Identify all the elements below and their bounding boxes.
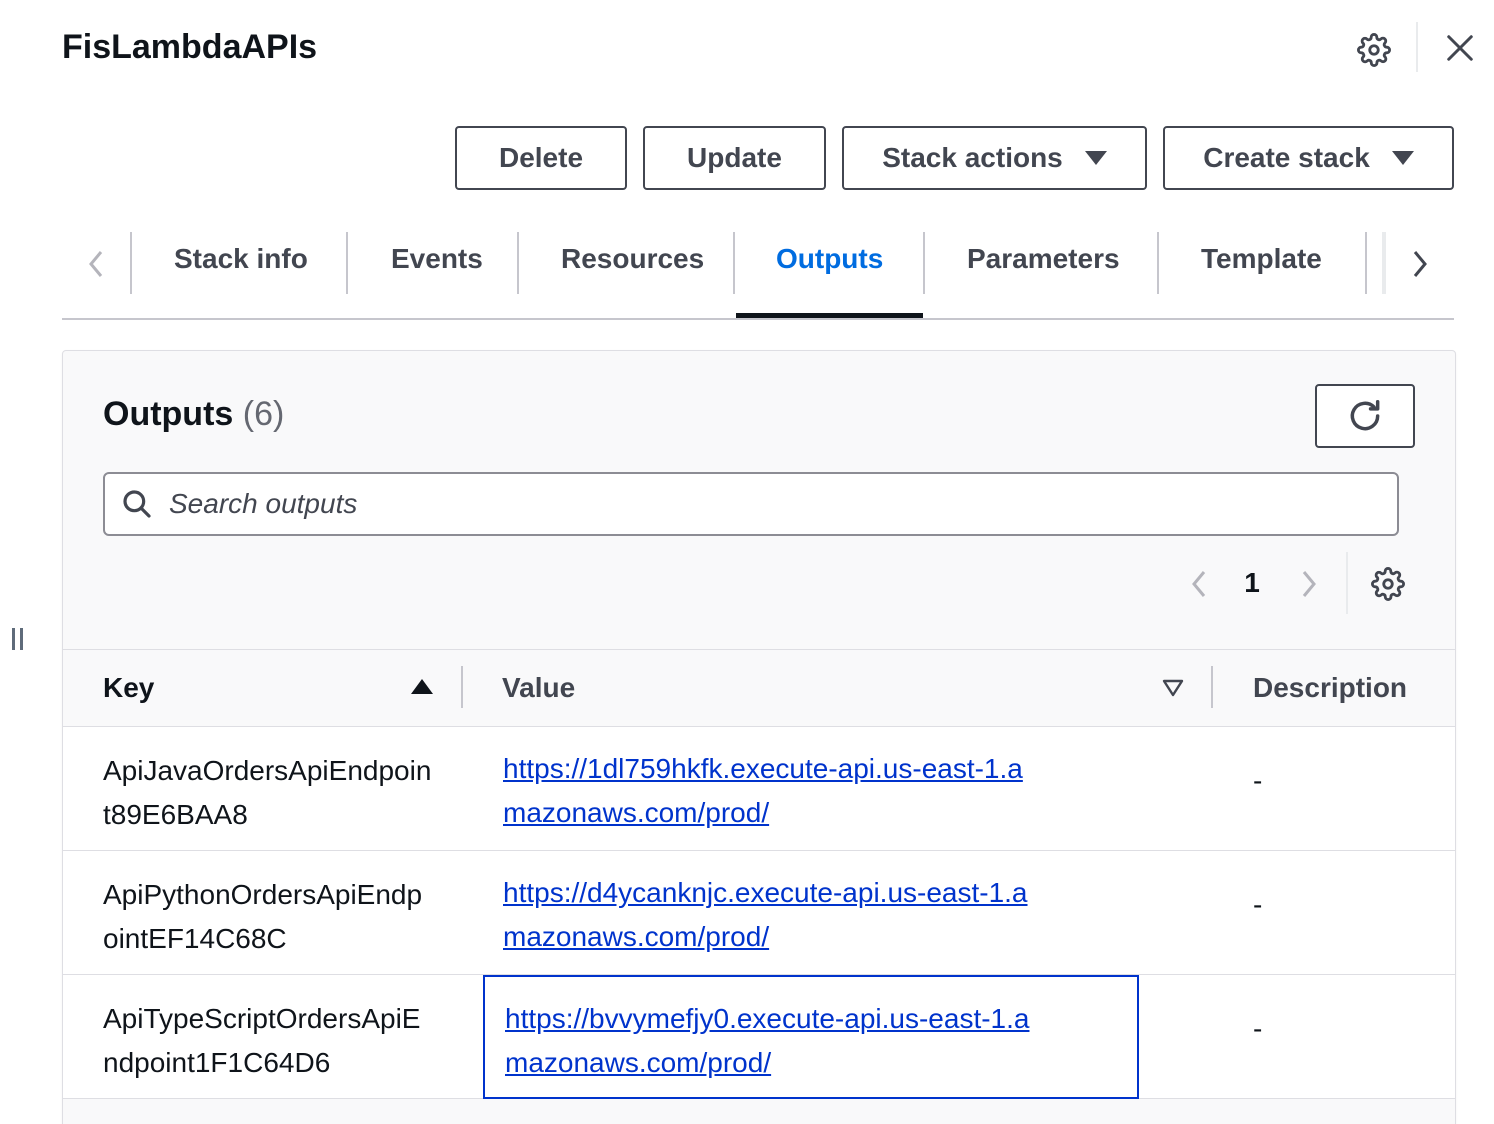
output-value-cell[interactable]: https://d4ycanknjc.execute-api.us-east-1… [483, 851, 1139, 975]
column-header-value[interactable]: Value [502, 672, 575, 704]
tab-parameters[interactable]: Parameters [967, 243, 1120, 275]
output-value-link[interactable]: https://1dl759hkfk.execute-api.us-east-1… [503, 747, 1033, 835]
pagination-prev-icon[interactable] [1179, 564, 1219, 604]
column-resizer[interactable] [461, 666, 463, 708]
delete-button-label: Delete [498, 142, 584, 173]
tab-events[interactable]: Events [391, 243, 483, 275]
tabs-scroll-left-icon[interactable] [76, 242, 116, 286]
tab-template[interactable]: Template [1201, 243, 1322, 275]
tab-divider [130, 232, 132, 294]
sort-ascending-icon[interactable] [411, 679, 433, 694]
refresh-icon [1350, 400, 1380, 431]
outputs-heading: Outputs (6) [103, 395, 284, 434]
search-input[interactable] [169, 488, 1397, 520]
tabs-scroll-right-icon[interactable] [1400, 242, 1440, 286]
header-divider [1416, 22, 1418, 72]
search-icon [105, 474, 169, 534]
page-title: FisLambdaAPIs [62, 28, 318, 66]
caret-down-icon [1084, 151, 1107, 165]
resize-handle[interactable] [12, 628, 26, 650]
output-key: ApiTypeScriptOrdersApiEndpoint1F1C64D6 [103, 1003, 421, 1078]
update-button-label: Update [687, 142, 782, 173]
table-row: ApiTypeScriptOrdersApiEndpoint1F1C64D6 h… [63, 975, 1455, 1099]
create-stack-dropdown[interactable]: Create stack [1163, 126, 1454, 190]
outputs-count: (6) [242, 395, 285, 433]
tab-divider [1157, 232, 1159, 294]
tab-outputs[interactable]: Outputs [776, 243, 883, 275]
output-description: - [1253, 889, 1263, 920]
output-description: - [1253, 765, 1263, 796]
table-header: Key Value Description [63, 649, 1455, 727]
outputs-title: Outputs [103, 395, 234, 433]
caret-down-icon [1391, 151, 1414, 165]
active-tab-indicator [736, 313, 923, 318]
sort-descending-icon[interactable] [1161, 678, 1185, 698]
output-value-cell-focused[interactable]: https://bvvymefjy0.execute-api.us-east-1… [483, 975, 1139, 1099]
tabs-baseline [62, 318, 1454, 320]
delete-button[interactable]: Delete [455, 126, 627, 190]
column-resizer[interactable] [1211, 666, 1213, 708]
tab-divider [923, 232, 925, 294]
column-header-description[interactable]: Description [1253, 672, 1407, 704]
outputs-table: Key Value Description ApiJavaOrdersApiEn… [63, 649, 1455, 1099]
pagination-page-number[interactable]: 1 [1235, 567, 1269, 599]
output-value-link[interactable]: https://d4ycanknjc.execute-api.us-east-1… [503, 871, 1033, 959]
output-value-cell[interactable]: https://1dl759hkfk.execute-api.us-east-1… [483, 727, 1139, 851]
update-button[interactable]: Update [643, 126, 826, 190]
tab-divider [1365, 232, 1367, 294]
stack-actions-label: Stack actions [882, 142, 1063, 173]
create-stack-label: Create stack [1203, 142, 1370, 173]
refresh-button[interactable] [1315, 384, 1415, 448]
search-box[interactable] [103, 472, 1399, 536]
output-value-link[interactable]: https://bvvymefjy0.execute-api.us-east-1… [505, 997, 1035, 1085]
column-header-key[interactable]: Key [103, 672, 154, 704]
settings-gear-icon[interactable] [1354, 30, 1394, 70]
stack-actions-dropdown[interactable]: Stack actions [842, 126, 1147, 190]
table-row: ApiJavaOrdersApiEndpoint89E6BAA8 https:/… [63, 727, 1455, 851]
tab-stack-info[interactable]: Stack info [174, 243, 308, 275]
outputs-panel: Outputs (6) 1 Key Value [62, 350, 1456, 1124]
table-preferences-gear-icon[interactable] [1368, 564, 1408, 604]
tab-divider [733, 232, 735, 294]
table-row: ApiPythonOrdersApiEndpointEF14C68C https… [63, 851, 1455, 975]
tab-resources[interactable]: Resources [561, 243, 704, 275]
output-key: ApiJavaOrdersApiEndpoint89E6BAA8 [103, 755, 432, 830]
output-description: - [1253, 1013, 1263, 1044]
tab-divider [346, 232, 348, 294]
pagination-next-icon[interactable] [1289, 564, 1329, 604]
close-icon[interactable] [1440, 28, 1480, 68]
pagination-divider [1346, 552, 1348, 614]
tab-overflow-edge [1382, 232, 1386, 294]
output-key: ApiPythonOrdersApiEndpointEF14C68C [103, 879, 423, 954]
tab-divider [517, 232, 519, 294]
